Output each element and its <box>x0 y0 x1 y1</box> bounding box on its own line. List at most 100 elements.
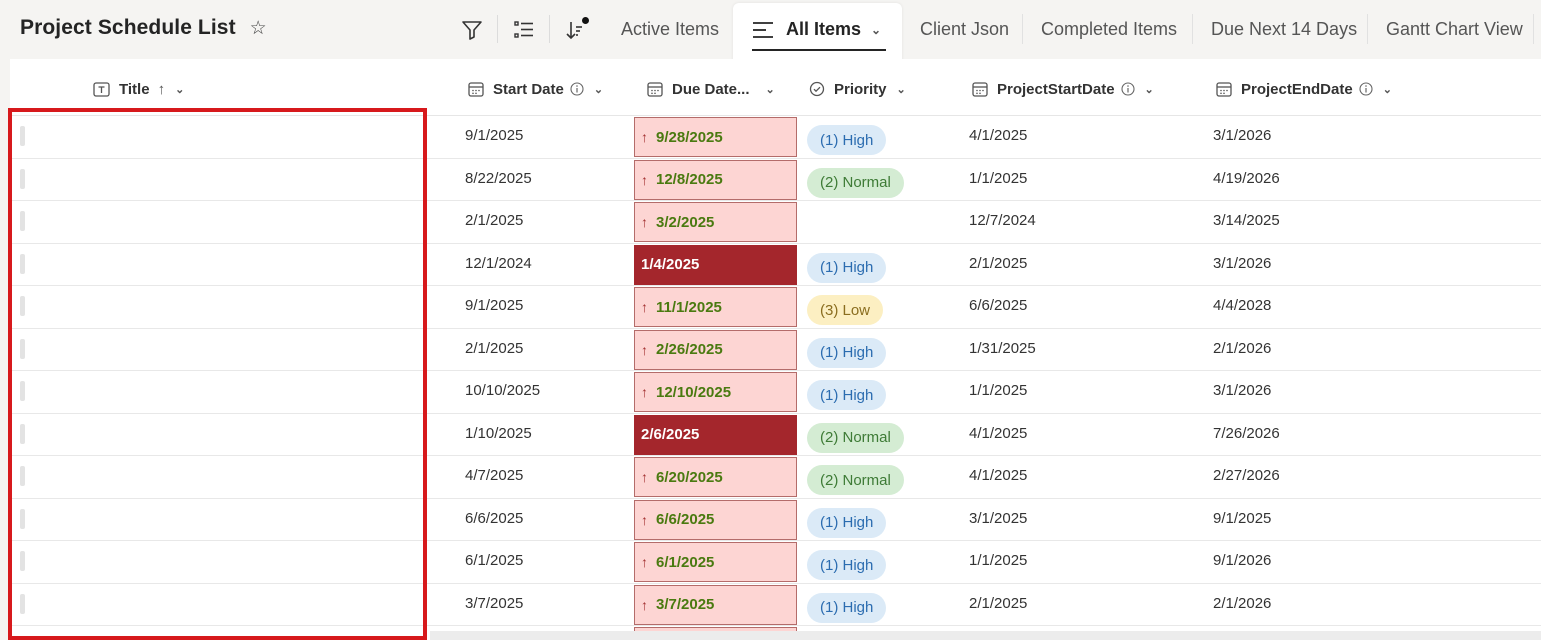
cell-project-end-date: 9/1/2025 <box>1213 509 1272 527</box>
tab-divider <box>1367 14 1368 44</box>
table-row[interactable]: 2/1/2025 ↑ 2/26/2025 (1) High 1/31/2025 2/1/2… <box>10 329 1541 371</box>
cell-start-date: 6/1/2025 <box>465 552 524 569</box>
row-selection-handle[interactable] <box>20 338 25 359</box>
view-lines-icon <box>753 21 773 38</box>
column-header-title-label: Title <box>119 80 150 98</box>
due-date-value: 1/4/2025 <box>641 256 700 273</box>
row-selection-handle[interactable] <box>20 296 25 316</box>
row-selection-handle[interactable] <box>20 126 25 146</box>
priority-badge: (1) High <box>807 252 887 283</box>
title-area: Project Schedule List ☆ <box>20 16 267 40</box>
due-date-value: 12/10/2025 <box>656 383 732 401</box>
column-header-project-end-date[interactable]: ProjectEndDate ⌄ <box>1216 77 1392 101</box>
table-row[interactable]: 9/1/2025 ↑ 9/28/2025 (1) High 4/1/2025 3/1/20… <box>10 116 1541 159</box>
cell-start-date: 2/1/2025 <box>465 339 524 357</box>
table-row[interactable]: 6/6/2025 ↑ 6/6/2025 (1) High 3/1/2025 9/1/202… <box>10 499 1541 541</box>
cell-project-end-date: 4/19/2026 <box>1213 169 1280 187</box>
cell-due-date: ↑ 12/8/2025 <box>634 159 797 200</box>
column-header-due-date[interactable]: Due Date... ⌄ <box>647 77 775 101</box>
calendar-icon <box>972 81 988 97</box>
tab-all-items[interactable]: All Items ⌄ <box>752 19 881 40</box>
active-tab-underline <box>752 49 886 51</box>
table-row[interactable]: 3/7/2025 ↑ 3/7/2025 (1) High 2/1/2025 2/1/202… <box>10 584 1541 626</box>
chevron-down-icon[interactable]: ⌄ <box>897 83 906 96</box>
row-selection-handle[interactable] <box>20 423 25 444</box>
row-selection-handle[interactable] <box>20 253 25 274</box>
row-selection-handle[interactable] <box>20 551 25 571</box>
due-date-value: 12/8/2025 <box>656 171 723 188</box>
column-header-due-date-label: Due Date... <box>672 80 750 98</box>
table-row[interactable]: 12/1/2024 1/4/2025 (1) High 2/1/2025 3/1/202… <box>10 244 1541 286</box>
column-header-priority[interactable]: Priority ⌄ <box>809 77 906 101</box>
cell-start-date: 8/22/2025 <box>465 169 532 187</box>
table-row[interactable]: 8/22/2025 ↑ 12/8/2025 (2) Normal 1/1/2025 4/1… <box>10 159 1541 201</box>
cell-due-date: ↑ 6/6/2025 <box>634 499 797 540</box>
row-selection-handle[interactable] <box>20 211 25 231</box>
chevron-down-icon[interactable]: ⌄ <box>1145 83 1154 96</box>
arrow-up-icon: ↑ <box>641 511 648 528</box>
info-icon[interactable] <box>570 82 584 96</box>
cell-project-start-date: 1/1/2025 <box>969 169 1028 187</box>
cell-project-start-date: 6/6/2025 <box>969 297 1028 314</box>
cell-start-date: 3/7/2025 <box>465 594 524 612</box>
priority-badge: (2) Normal <box>807 465 904 495</box>
cell-start-date: 10/10/2025 <box>465 382 541 399</box>
arrow-up-icon: ↑ <box>641 469 648 485</box>
row-selection-handle[interactable] <box>20 593 25 614</box>
tab-client-json[interactable]: Client Json <box>920 19 1009 40</box>
choice-column-icon <box>809 81 825 97</box>
row-selection-handle[interactable] <box>20 508 25 529</box>
cell-project-start-date: 3/1/2025 <box>969 509 1028 527</box>
row-selection-handle[interactable] <box>20 381 25 401</box>
cell-project-start-date: 2/1/2025 <box>969 594 1028 612</box>
table-row[interactable]: 2/1/2025 ↑ 3/2/2025 12/7/2024 3/14/2025 <box>10 201 1541 244</box>
cell-due-date: ↑ 6/1/2025 <box>634 542 797 582</box>
column-header-start-date[interactable]: Start Date ⌄ <box>468 77 603 101</box>
info-icon[interactable] <box>1120 82 1135 96</box>
priority-badge: (1) High <box>807 507 887 538</box>
cell-project-start-date: 4/1/2025 <box>969 127 1028 144</box>
row-selection-handle[interactable] <box>20 168 25 189</box>
filter-button[interactable] <box>456 14 488 46</box>
star-icon[interactable]: ☆ <box>250 19 267 38</box>
table-row[interactable]: 6/1/2025 ↑ 6/1/2025 (1) High 1/1/2025 9/1/202… <box>10 541 1541 584</box>
cell-due-date: ↑ 3/2/2025 <box>634 202 797 242</box>
sort-button[interactable] <box>560 14 592 46</box>
cell-project-end-date: 3/1/2026 <box>1213 127 1272 144</box>
tab-due-next-14-days[interactable]: Due Next 14 Days <box>1211 19 1357 40</box>
chevron-down-icon[interactable]: ⌄ <box>871 23 881 37</box>
group-by-button[interactable] <box>508 14 540 46</box>
cell-project-end-date: 2/27/2026 <box>1213 467 1280 484</box>
row-selection-handle[interactable] <box>20 466 25 486</box>
tab-gantt-chart-view[interactable]: Gantt Chart View <box>1386 19 1523 40</box>
cell-start-date: 12/1/2024 <box>465 254 532 272</box>
priority-badge: (1) High <box>807 125 887 155</box>
chevron-down-icon[interactable]: ⌄ <box>594 83 603 96</box>
tab-completed-items[interactable]: Completed Items <box>1041 19 1177 40</box>
tab-active-items[interactable]: Active Items <box>621 19 719 40</box>
priority-badge: (2) Normal <box>807 422 904 453</box>
column-header-title[interactable]: Title ↑ ⌄ <box>93 77 184 101</box>
priority-badge: (3) Low <box>807 295 884 325</box>
due-date-value: 9/28/2025 <box>656 128 723 146</box>
cell-project-start-date: 1/31/2025 <box>969 339 1036 357</box>
table-row[interactable]: 4/7/2025 ↑ 6/20/2025 (2) Normal 4/1/2025 2/27… <box>10 456 1541 499</box>
cell-project-end-date: 9/1/2026 <box>1213 552 1272 569</box>
horizontal-scrollbar[interactable] <box>430 631 1541 640</box>
table-row[interactable]: 10/10/2025 ↑ 12/10/2025 (1) High 1/1/2025 3/1… <box>10 371 1541 414</box>
due-date-value: 2/26/2025 <box>656 341 723 358</box>
chevron-down-icon[interactable]: ⌄ <box>1383 83 1392 96</box>
cell-due-date: ↑ 11/1/2025 <box>634 287 797 327</box>
column-header-project-start-date[interactable]: ProjectStartDate ⌄ <box>972 77 1154 101</box>
table-row[interactable]: 9/1/2025 ↑ 11/1/2025 (3) Low 6/6/2025 4/4/202… <box>10 286 1541 329</box>
cell-project-start-date: 4/1/2025 <box>969 424 1028 442</box>
table-row[interactable]: 1/10/2025 2/6/2025 (2) Normal 4/1/2025 7/26/… <box>10 414 1541 456</box>
chevron-down-icon[interactable]: ⌄ <box>175 83 184 96</box>
toolbar-divider <box>549 15 550 43</box>
cell-due-date: ↑ 2/26/2025 <box>634 329 797 370</box>
chevron-down-icon[interactable]: ⌄ <box>766 83 775 96</box>
due-date-value: 6/20/2025 <box>656 468 723 486</box>
info-icon[interactable] <box>1359 82 1373 96</box>
tab-divider <box>1533 14 1534 44</box>
priority-badge: (1) High <box>807 380 887 410</box>
